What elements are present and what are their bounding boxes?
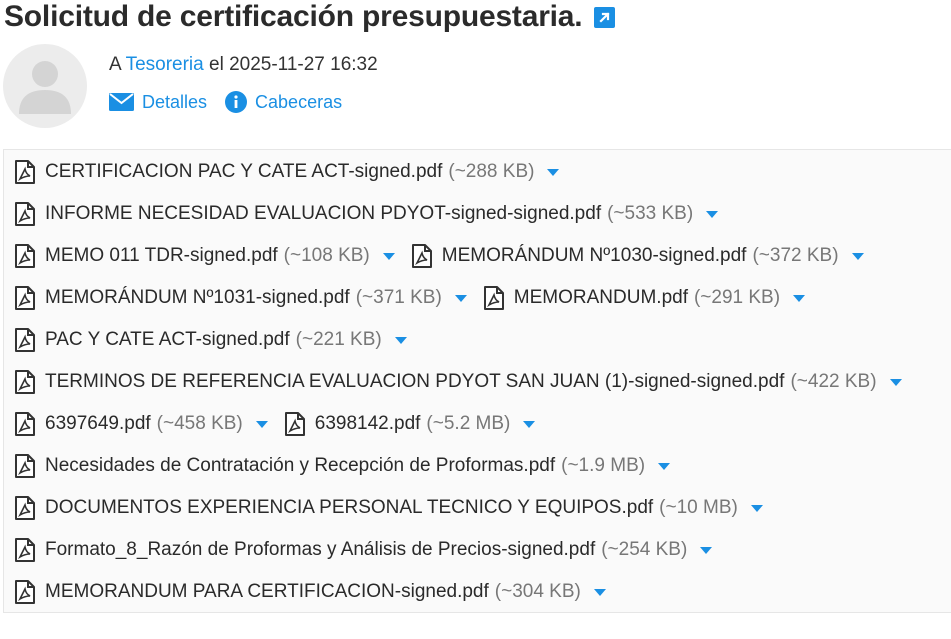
pdf-file-icon bbox=[15, 286, 35, 310]
attachment-name: PAC Y CATE ACT-signed.pdf bbox=[45, 329, 290, 350]
attachment-menu-caret-icon[interactable] bbox=[706, 210, 719, 218]
message-meta: A Tesoreria el 2025-11-27 16:32 bbox=[109, 54, 378, 76]
attachment-name: MEMORÁNDUM Nº1030-signed.pdf bbox=[441, 245, 747, 266]
attachment-name: CERTIFICACION PAC Y CATE ACT-signed.pdf bbox=[45, 161, 443, 182]
attachment-size: (~5.2 MB) bbox=[426, 413, 511, 434]
pdf-file-icon bbox=[15, 412, 35, 436]
pdf-file-icon bbox=[284, 412, 305, 436]
attachment-menu-caret-icon[interactable] bbox=[382, 252, 395, 260]
attachment-menu-caret-icon[interactable] bbox=[547, 168, 560, 176]
attachment-row: Necesidades de Contratación y Recepción … bbox=[14, 445, 686, 487]
pdf-file-icon bbox=[15, 454, 35, 478]
attachment-name: Formato_8_Razón de Proformas y Análisis … bbox=[45, 539, 596, 560]
user-silhouette-icon bbox=[19, 61, 71, 114]
pdf-file-icon bbox=[15, 202, 35, 226]
attachment-row: 6397649.pdf (~458 KB) 6398142.pdf (~5.2 … bbox=[14, 403, 551, 445]
attachment-menu-caret-icon[interactable] bbox=[851, 252, 864, 260]
attachment-name: 6397649.pdf bbox=[45, 413, 151, 434]
pdf-file-icon bbox=[15, 328, 35, 352]
attachment-row: MEMORÁNDUM Nº1031-signed.pdf (~371 KB) M… bbox=[14, 277, 821, 319]
attachment-name: Necesidades de Contratación y Recepción … bbox=[45, 455, 556, 476]
attachment-size: (~221 KB) bbox=[295, 329, 382, 350]
attachment-menu-caret-icon[interactable] bbox=[700, 546, 713, 554]
pdf-file-icon bbox=[15, 496, 35, 520]
attachment-item[interactable]: 6397649.pdf (~458 KB) bbox=[14, 412, 268, 436]
attachment-item[interactable]: PAC Y CATE ACT-signed.pdf (~221 KB) bbox=[14, 328, 407, 352]
attachment-row: INFORME NECESIDAD EVALUACION PDYOT-signe… bbox=[14, 193, 734, 235]
attachment-item[interactable]: MEMORÁNDUM Nº1030-signed.pdf (~372 KB) bbox=[411, 244, 864, 268]
attachment-item[interactable]: MEMO 011 TDR-signed.pdf (~108 KB) bbox=[14, 244, 395, 268]
envelope-icon bbox=[109, 93, 134, 111]
attachment-menu-caret-icon[interactable] bbox=[523, 420, 536, 428]
attachment-row: MEMORANDUM PARA CERTIFICACION-signed.pdf… bbox=[14, 571, 622, 613]
attachment-size: (~108 KB) bbox=[283, 245, 370, 266]
attachment-item[interactable]: Necesidades de Contratación y Recepción … bbox=[14, 454, 671, 478]
pdf-file-icon bbox=[483, 286, 504, 310]
attachment-menu-caret-icon[interactable] bbox=[750, 504, 763, 512]
attachment-name: MEMO 011 TDR-signed.pdf bbox=[45, 245, 278, 266]
attachment-row: MEMO 011 TDR-signed.pdf (~108 KB) MEMORÁ… bbox=[14, 235, 880, 277]
pdf-file-icon bbox=[15, 580, 35, 604]
sender-avatar bbox=[3, 44, 87, 128]
attachment-menu-caret-icon[interactable] bbox=[454, 294, 467, 302]
info-icon bbox=[225, 91, 248, 113]
attachment-size: (~288 KB) bbox=[448, 161, 535, 182]
recipient-link[interactable]: Tesoreria bbox=[126, 54, 204, 75]
pdf-file-icon bbox=[411, 244, 432, 268]
attachment-size: (~458 KB) bbox=[156, 413, 243, 434]
message-actions: Detalles Cabeceras bbox=[109, 91, 360, 113]
attachment-size: (~1.9 MB) bbox=[561, 455, 646, 476]
attachment-item[interactable]: DOCUMENTOS EXPERIENCIA PERSONAL TECNICO … bbox=[14, 496, 763, 520]
attachment-row: CERTIFICACION PAC Y CATE ACT-signed.pdf … bbox=[14, 151, 575, 193]
attachment-item[interactable]: MEMORÁNDUM Nº1031-signed.pdf (~371 KB) bbox=[14, 286, 467, 310]
attachment-size: (~533 KB) bbox=[607, 203, 694, 224]
to-prefix: A bbox=[109, 54, 121, 75]
message-subject: Solicitud de certificación presupuestari… bbox=[4, 0, 583, 33]
attachment-size: (~10 MB) bbox=[659, 497, 738, 518]
pdf-file-icon bbox=[15, 370, 35, 394]
attachment-menu-caret-icon[interactable] bbox=[593, 588, 606, 596]
headers-button[interactable]: Cabeceras bbox=[225, 91, 342, 113]
date-prefix: el bbox=[209, 54, 224, 75]
attachment-size: (~372 KB) bbox=[752, 245, 839, 266]
attachment-item[interactable]: MEMORANDUM PARA CERTIFICACION-signed.pdf… bbox=[14, 580, 606, 604]
attachment-name: INFORME NECESIDAD EVALUACION PDYOT-signe… bbox=[45, 203, 602, 224]
headers-label: Cabeceras bbox=[255, 91, 343, 112]
attachment-name: MEMORANDUM.pdf bbox=[513, 287, 688, 308]
attachment-menu-caret-icon[interactable] bbox=[658, 462, 671, 470]
attachment-size: (~304 KB) bbox=[494, 581, 581, 602]
attachment-item[interactable]: INFORME NECESIDAD EVALUACION PDYOT-signe… bbox=[14, 202, 719, 226]
attachment-name: MEMORANDUM PARA CERTIFICACION-signed.pdf bbox=[45, 581, 489, 602]
attachment-size: (~371 KB) bbox=[355, 287, 442, 308]
attachment-row: TERMINOS DE REFERENCIA EVALUACION PDYOT … bbox=[14, 361, 918, 403]
attachment-row: DOCUMENTOS EXPERIENCIA PERSONAL TECNICO … bbox=[14, 487, 779, 529]
attachment-item[interactable]: 6398142.pdf (~5.2 MB) bbox=[284, 412, 536, 436]
attachment-menu-caret-icon[interactable] bbox=[793, 294, 806, 302]
details-label: Detalles bbox=[142, 91, 208, 112]
attachment-size: (~254 KB) bbox=[601, 539, 688, 560]
attachment-size: (~291 KB) bbox=[693, 287, 781, 308]
attachment-name: DOCUMENTOS EXPERIENCIA PERSONAL TECNICO … bbox=[45, 497, 654, 518]
attachment-size: (~422 KB) bbox=[790, 371, 877, 392]
attachment-row: Formato_8_Razón de Proformas y Análisis … bbox=[14, 529, 728, 571]
attachment-name: MEMORÁNDUM Nº1031-signed.pdf bbox=[45, 287, 350, 308]
attachment-item[interactable]: Formato_8_Razón de Proformas y Análisis … bbox=[14, 538, 713, 562]
attachment-item[interactable]: TERMINOS DE REFERENCIA EVALUACION PDYOT … bbox=[14, 370, 902, 394]
attachment-row: PAC Y CATE ACT-signed.pdf (~221 KB) bbox=[14, 319, 423, 361]
open-external-icon[interactable] bbox=[594, 6, 616, 28]
attachment-item[interactable]: CERTIFICACION PAC Y CATE ACT-signed.pdf … bbox=[14, 160, 560, 184]
pdf-file-icon bbox=[15, 538, 35, 562]
pdf-file-icon bbox=[15, 160, 35, 184]
pdf-file-icon bbox=[15, 244, 35, 268]
subject-header: Solicitud de certificación presupuestari… bbox=[4, 0, 616, 34]
attachment-name: 6398142.pdf bbox=[314, 413, 421, 434]
attachment-menu-caret-icon[interactable] bbox=[255, 420, 268, 428]
details-button[interactable]: Detalles bbox=[109, 92, 207, 113]
attachment-menu-caret-icon[interactable] bbox=[889, 378, 902, 386]
attachment-item[interactable]: MEMORANDUM.pdf (~291 KB) bbox=[483, 286, 806, 310]
attachment-name: TERMINOS DE REFERENCIA EVALUACION PDYOT … bbox=[45, 371, 785, 392]
attachments-panel: CERTIFICACION PAC Y CATE ACT-signed.pdf … bbox=[3, 149, 951, 613]
message-date: 2025-11-27 16:32 bbox=[229, 54, 378, 75]
attachment-menu-caret-icon[interactable] bbox=[394, 336, 407, 344]
